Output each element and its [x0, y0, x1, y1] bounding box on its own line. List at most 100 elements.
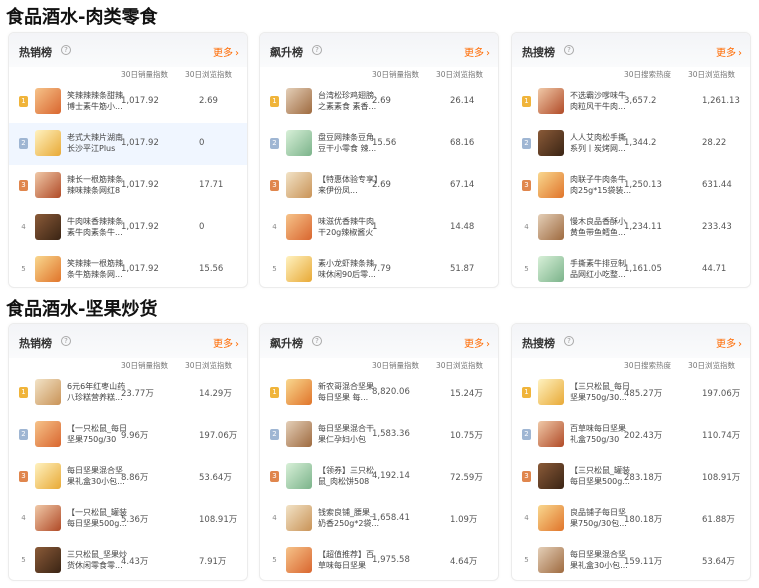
product-thumbnail[interactable]: [286, 214, 312, 240]
product-thumbnail[interactable]: [35, 88, 61, 114]
table-row[interactable]: 1 不选霸沙嗲味牛肉粒风干牛肉... 3,657.2 1,261.13: [512, 81, 750, 123]
product-thumbnail[interactable]: [35, 256, 61, 282]
more-link[interactable]: 更多 ›: [464, 44, 490, 59]
product-name[interactable]: 良品铺子每日坚果750g/30包...: [570, 507, 632, 529]
product-thumbnail[interactable]: [538, 214, 564, 240]
product-name[interactable]: 【特惠体验专享】来伊份凤...: [318, 174, 380, 196]
product-name[interactable]: 不选霸沙嗲味牛肉粒风干牛肉...: [570, 90, 632, 112]
product-thumbnail[interactable]: [538, 256, 564, 282]
table-row[interactable]: 3 【特惠体验专享】来伊份凤... 2.69 67.14: [260, 165, 498, 207]
table-row[interactable]: 2 百草味每日坚果礼盒750g/30包... 202.43万 110.74万: [512, 414, 750, 456]
product-thumbnail[interactable]: [35, 547, 61, 573]
table-row[interactable]: 4 味滋优香辣牛肉干20g辣椒酱火锅... 1 14.48: [260, 207, 498, 249]
help-icon[interactable]: ?: [564, 45, 574, 55]
product-name[interactable]: 每日坚果混合坚果礼盒30小包...: [67, 465, 129, 487]
more-link[interactable]: 更多 ›: [716, 335, 742, 350]
table-row[interactable]: 2 【一只松鼠_每日坚果750g/30包... 9.96万 197.06万: [9, 414, 247, 456]
table-row[interactable]: 1 6元6年红枣山药八珍糕营养糕... 23.77万 14.29万: [9, 372, 247, 414]
product-name[interactable]: 钱索良铺_腰果_奶香250g*2袋...: [318, 507, 380, 529]
product-thumbnail[interactable]: [286, 379, 312, 405]
product-name[interactable]: 牛肉味香辣辣条素牛肉素条牛...: [67, 216, 129, 238]
product-name[interactable]: 肉联子牛肉条牛肉25g*15袋装...: [570, 174, 632, 196]
table-row[interactable]: 1 新农哥混合坚果每日坚果 每... 8,820.06 15.24万: [260, 372, 498, 414]
table-row[interactable]: 4 【一只松鼠_罐装每日坚果500g... 5.36万 108.91万: [9, 498, 247, 540]
table-row[interactable]: 1 【三只松鼠_每日坚果750g/30... 485.27万 197.06万: [512, 372, 750, 414]
product-name[interactable]: 笑辣辣辣条甜辣博士素牛筋小...: [67, 90, 129, 112]
help-icon[interactable]: ?: [61, 45, 71, 55]
product-thumbnail[interactable]: [35, 214, 61, 240]
table-row[interactable]: 4 牛肉味香辣辣条素牛肉素条牛... 1,017.92 0: [9, 207, 247, 249]
product-name[interactable]: 盘豆网辣条豆角豆干小零食 辣...: [318, 132, 380, 154]
table-row[interactable]: 3 每日坚果混合坚果礼盒30小包... 8.86万 53.64万: [9, 456, 247, 498]
product-name[interactable]: 味滋优香辣牛肉干20g辣椒酱火锅...: [318, 216, 380, 238]
product-thumbnail[interactable]: [538, 172, 564, 198]
table-row[interactable]: 3 肉联子牛肉条牛肉25g*15袋装... 1,250.13 631.44: [512, 165, 750, 207]
product-thumbnail[interactable]: [538, 505, 564, 531]
more-link[interactable]: 更多 ›: [716, 44, 742, 59]
more-link[interactable]: 更多 ›: [213, 335, 239, 350]
product-thumbnail[interactable]: [35, 463, 61, 489]
product-name[interactable]: 三只松鼠_坚果炒货休闲零食零...: [67, 549, 129, 571]
product-name[interactable]: 新农哥混合坚果每日坚果 每...: [318, 381, 380, 403]
help-icon[interactable]: ?: [564, 336, 574, 346]
product-name[interactable]: 【一只松鼠_罐装每日坚果500g...: [67, 507, 129, 529]
product-name[interactable]: 老式大辣片湖南长沙平江Plus辣...: [67, 132, 129, 154]
product-name[interactable]: 【一只松鼠_每日坚果750g/30包...: [67, 423, 129, 445]
product-thumbnail[interactable]: [538, 130, 564, 156]
table-row[interactable]: 4 慢木良品香酥小黄鱼带鱼鳕鱼... 1,234.11 233.43: [512, 207, 750, 249]
product-name[interactable]: 慢木良品香酥小黄鱼带鱼鳕鱼...: [570, 216, 632, 238]
product-thumbnail[interactable]: [538, 379, 564, 405]
table-row[interactable]: 2 人人艾肉松手撕系列丨炭烤网... 1,344.2 28.22: [512, 123, 750, 165]
product-thumbnail[interactable]: [35, 172, 61, 198]
help-icon[interactable]: ?: [312, 45, 322, 55]
table-row[interactable]: 3 【三只松鼠_罐装每日坚果500g... 283.18万 108.91万: [512, 456, 750, 498]
table-row[interactable]: 1 笑辣辣辣条甜辣博士素牛筋小... 1,017.92 2.69: [9, 81, 247, 123]
product-thumbnail[interactable]: [286, 256, 312, 282]
product-thumbnail[interactable]: [35, 130, 61, 156]
product-thumbnail[interactable]: [35, 421, 61, 447]
product-name[interactable]: 6元6年红枣山药八珍糕营养糕...: [67, 381, 129, 403]
product-name[interactable]: 笑辣辣一根筋辣条牛筋辣条网...: [67, 258, 129, 280]
table-row[interactable]: 5 手撕素牛排豆制品网红小吃整... 1,161.05 44.71: [512, 249, 750, 287]
table-row[interactable]: 2 盘豆网辣条豆角豆干小零食 辣... 15.56 68.16: [260, 123, 498, 165]
product-name[interactable]: 【超值推荐】百草味每日坚果混...: [318, 549, 380, 571]
product-thumbnail[interactable]: [538, 421, 564, 447]
product-name[interactable]: 辣长一根筋辣条辣味辣条网红80%...: [67, 174, 129, 196]
product-thumbnail[interactable]: [286, 421, 312, 447]
product-thumbnail[interactable]: [538, 88, 564, 114]
table-row[interactable]: 4 良品铺子每日坚果750g/30包... 180.18万 61.88万: [512, 498, 750, 540]
product-thumbnail[interactable]: [286, 505, 312, 531]
product-name[interactable]: 【三只松鼠_罐装每日坚果500g...: [570, 465, 632, 487]
table-row[interactable]: 3 【领券】三只松鼠_肉松饼508g... 4,192.14 72.59万: [260, 456, 498, 498]
table-row[interactable]: 4 钱索良铺_腰果_奶香250g*2袋... 1,658.41 1.09万: [260, 498, 498, 540]
help-icon[interactable]: ?: [61, 336, 71, 346]
product-name[interactable]: 素小龙虾辣条辣味休闲90后零...: [318, 258, 380, 280]
table-row[interactable]: 5 笑辣辣一根筋辣条牛筋辣条网... 1,017.92 15.56: [9, 249, 247, 287]
table-row[interactable]: 1 台湾松珍鸡翅膀之素素食 素香... 2.69 26.14: [260, 81, 498, 123]
product-thumbnail[interactable]: [35, 505, 61, 531]
product-thumbnail[interactable]: [286, 547, 312, 573]
help-icon[interactable]: ?: [312, 336, 322, 346]
table-row[interactable]: 5 三只松鼠_坚果炒货休闲零食零... 4.43万 7.91万: [9, 540, 247, 580]
product-name[interactable]: 【领券】三只松鼠_肉松饼508g...: [318, 465, 380, 487]
product-name[interactable]: 台湾松珍鸡翅膀之素素食 素香...: [318, 90, 380, 112]
product-name[interactable]: 每日坚果混合干果仁孕妇小包装...: [318, 423, 380, 445]
table-row[interactable]: 5 每日坚果混合坚果礼盒30小包... 159.11万 53.64万: [512, 540, 750, 580]
more-link[interactable]: 更多 ›: [213, 44, 239, 59]
product-thumbnail[interactable]: [538, 547, 564, 573]
more-link[interactable]: 更多 ›: [464, 335, 490, 350]
product-thumbnail[interactable]: [35, 379, 61, 405]
product-thumbnail[interactable]: [286, 130, 312, 156]
table-row[interactable]: 5 素小龙虾辣条辣味休闲90后零... 7.79 51.87: [260, 249, 498, 287]
product-name[interactable]: 手撕素牛排豆制品网红小吃整...: [570, 258, 632, 280]
product-name[interactable]: 百草味每日坚果礼盒750g/30包...: [570, 423, 632, 445]
product-thumbnail[interactable]: [286, 88, 312, 114]
product-name[interactable]: 【三只松鼠_每日坚果750g/30...: [570, 381, 632, 403]
product-name[interactable]: 人人艾肉松手撕系列丨炭烤网...: [570, 132, 632, 154]
table-row[interactable]: 3 辣长一根筋辣条辣味辣条网红80%... 1,017.92 17.71: [9, 165, 247, 207]
product-thumbnail[interactable]: [286, 463, 312, 489]
table-row[interactable]: 5 【超值推荐】百草味每日坚果混... 1,975.58 4.64万: [260, 540, 498, 580]
product-thumbnail[interactable]: [286, 172, 312, 198]
table-row[interactable]: 2 老式大辣片湖南长沙平江Plus辣... 1,017.92 0: [9, 123, 247, 165]
product-name[interactable]: 每日坚果混合坚果礼盒30小包...: [570, 549, 632, 571]
